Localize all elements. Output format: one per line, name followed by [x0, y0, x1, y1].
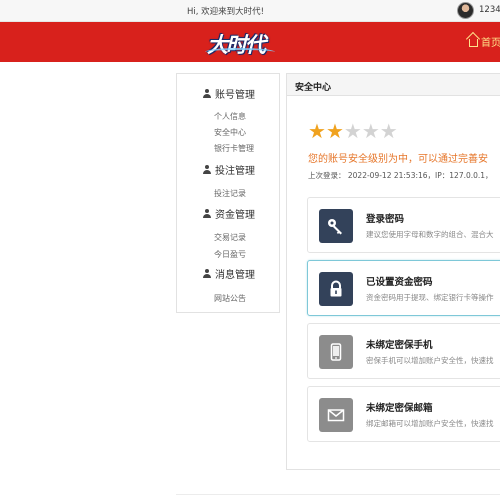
sidebar: 账号管理 个人信息 安全中心 银行卡管理 投注管理 投注记录 资金管理 交易记录… — [176, 73, 280, 313]
nav-home-label: 首页 — [481, 38, 500, 49]
last-login-info: 上次登录： 2022-09-12 21:53:16，IP：127.0.0.1， — [308, 171, 493, 180]
sidebar-section-title: 资金管理 — [215, 210, 255, 221]
home-icon — [469, 39, 478, 47]
card-title: 未绑定密保手机 — [366, 340, 433, 351]
security-center-panel: 安全中心 ★ ★ ★ ★ ★ 您的账号安全级别为中，可以通过完善安 上次登录： … — [286, 73, 500, 470]
card-desc: 资金密码用于提现、绑定银行卡等操作 — [366, 293, 494, 302]
site-logo[interactable]: 大时代 — [205, 26, 277, 59]
sidebar-section-title: 账号管理 — [215, 90, 255, 101]
security-level-stars: ★ ★ ★ ★ ★ — [308, 121, 398, 141]
star-filled-icon: ★ — [308, 119, 326, 143]
sidebar-section-messages[interactable]: 消息管理 — [203, 266, 255, 281]
card-title: 未绑定密保邮箱 — [366, 403, 433, 414]
star-empty-icon: ★ — [379, 119, 398, 143]
star-empty-icon: ★ — [361, 119, 380, 143]
person-icon — [203, 209, 211, 218]
sidebar-section-title: 消息管理 — [215, 270, 255, 281]
panel-header: 安全中心 — [287, 74, 500, 96]
sidebar-section-account[interactable]: 账号管理 — [203, 86, 255, 101]
phone-binding-card[interactable]: 未绑定密保手机 密保手机可以增加账户安全性，快速找 — [307, 323, 500, 379]
sidebar-item-bank-card[interactable]: 银行卡管理 — [214, 143, 254, 154]
welcome-text: Hi, 欢迎来到大时代! — [187, 7, 265, 17]
person-icon — [203, 269, 211, 278]
lock-icon — [319, 272, 353, 306]
card-desc: 建议您使用字母和数字的组合、混合大 — [366, 230, 494, 239]
person-icon — [203, 165, 211, 174]
site-header: 大时代 首页 — [0, 22, 500, 62]
security-level-message: 您的账号安全级别为中，可以通过完善安 — [308, 154, 488, 165]
sidebar-section-betting[interactable]: 投注管理 — [203, 162, 255, 177]
fund-password-card[interactable]: 已设置资金密码 资金密码用于提现、绑定银行卡等操作 — [307, 260, 500, 316]
sidebar-item-announcements[interactable]: 网站公告 — [214, 293, 246, 304]
person-icon — [203, 89, 211, 98]
sidebar-item-profile[interactable]: 个人信息 — [214, 111, 246, 122]
star-filled-icon: ★ — [325, 119, 344, 143]
email-binding-card[interactable]: 未绑定密保邮箱 绑定邮箱可以增加账户安全性，快速找 — [307, 386, 500, 442]
sidebar-item-daily-pnl[interactable]: 今日盈亏 — [214, 249, 246, 260]
phone-icon — [319, 335, 353, 369]
sidebar-section-funds[interactable]: 资金管理 — [203, 206, 255, 221]
nav-home-link[interactable]: 首页 — [469, 34, 500, 49]
key-icon — [319, 209, 353, 243]
mail-icon — [319, 398, 353, 432]
sidebar-item-transactions[interactable]: 交易记录 — [214, 232, 246, 243]
sidebar-item-bet-records[interactable]: 投注记录 — [214, 188, 246, 199]
logo-swirl — [205, 48, 275, 56]
sidebar-section-title: 投注管理 — [215, 166, 255, 177]
card-title: 已设置资金密码 — [366, 277, 433, 288]
star-empty-icon: ★ — [343, 119, 362, 143]
top-bar: Hi, 欢迎来到大时代! 12345 — [0, 0, 500, 22]
footer-edge — [176, 494, 500, 500]
card-desc: 密保手机可以增加账户安全性，快速找 — [366, 356, 494, 365]
card-desc: 绑定邮箱可以增加账户安全性，快速找 — [366, 419, 494, 428]
card-title: 登录密码 — [366, 214, 405, 225]
sidebar-item-security[interactable]: 安全中心 — [214, 127, 246, 138]
page-title: 安全中心 — [295, 83, 332, 93]
username-link[interactable]: 12345 — [479, 5, 500, 15]
login-password-card[interactable]: 登录密码 建议您使用字母和数字的组合、混合大 — [307, 197, 500, 253]
avatar[interactable] — [457, 2, 474, 19]
